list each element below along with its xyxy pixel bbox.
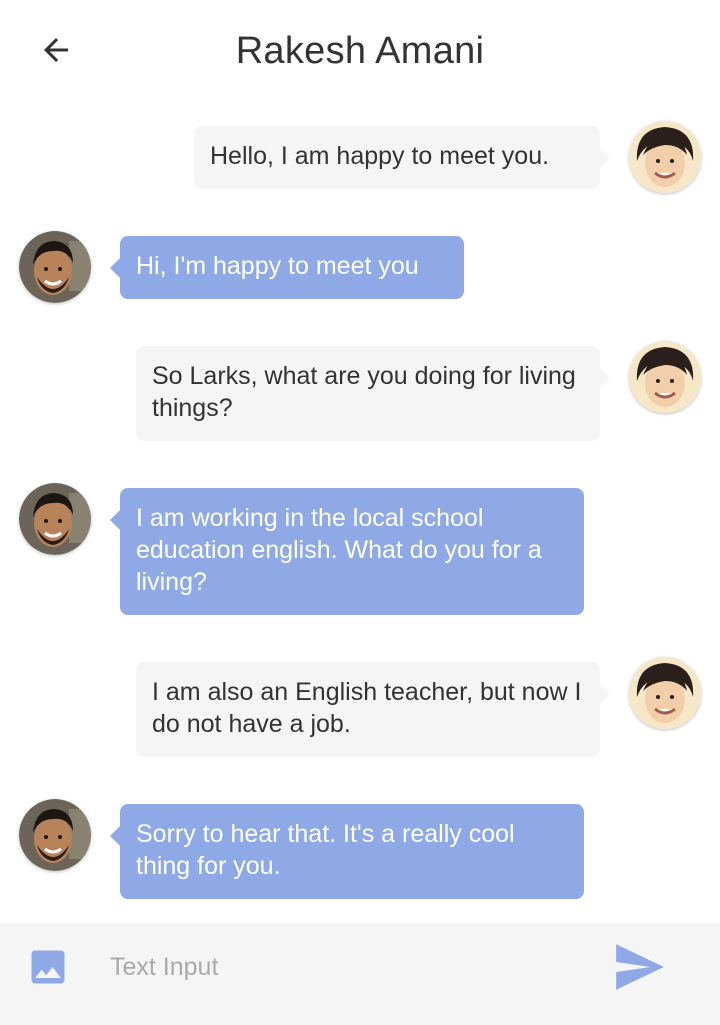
message-bubble-outgoing: I am also an English teacher, but now I … — [136, 662, 610, 757]
message-bubble-incoming: Sorry to hear that. It's a really cool t… — [110, 804, 584, 899]
contact-avatar[interactable] — [19, 231, 91, 303]
send-button[interactable] — [614, 944, 666, 990]
message-bubble-incoming: Hi, I'm happy to meet you — [110, 236, 464, 299]
chat-header: Rakesh Amani — [0, 0, 720, 105]
user-avatar[interactable] — [629, 657, 701, 729]
attach-image-button[interactable] — [26, 945, 70, 989]
message-bubble-incoming: I am working in the local school educati… — [110, 488, 584, 615]
message-input[interactable] — [110, 945, 590, 989]
page-title: Rakesh Amani — [235, 30, 485, 72]
image-icon — [31, 950, 65, 984]
user-avatar[interactable] — [629, 341, 701, 413]
send-icon — [616, 944, 664, 990]
contact-avatar[interactable] — [19, 799, 91, 871]
contact-avatar[interactable] — [19, 483, 91, 555]
message-bubble-outgoing: So Larks, what are you doing for living … — [136, 346, 610, 441]
user-avatar[interactable] — [629, 121, 701, 193]
message-bubble-outgoing: Hello, I am happy to meet you. — [194, 126, 610, 189]
